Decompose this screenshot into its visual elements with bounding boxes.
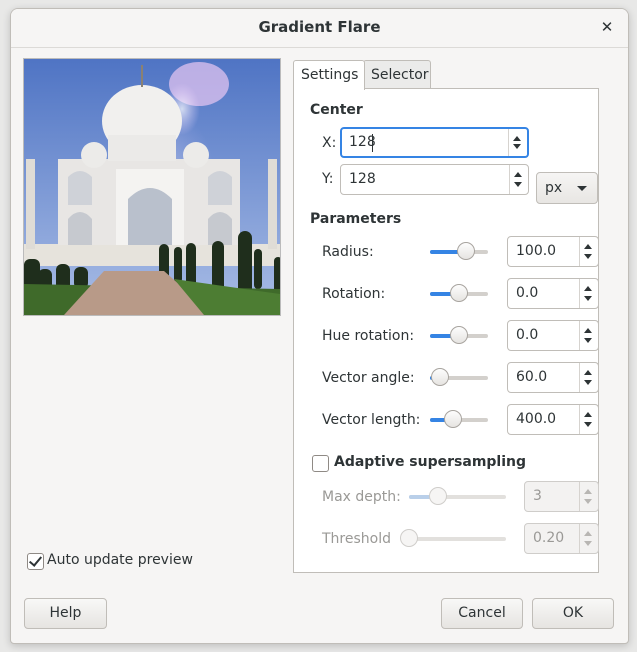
vector-angle-spin[interactable] [579, 363, 598, 392]
help-button[interactable]: Help [24, 598, 107, 629]
vector-length-label: Vector length: [322, 412, 421, 428]
max-depth-label: Max depth: [322, 489, 401, 505]
y-spin[interactable] [509, 165, 528, 194]
title-bar: Gradient Flare ✕ [11, 9, 628, 48]
close-icon[interactable]: ✕ [596, 16, 618, 38]
tab-selector[interactable]: Selector [363, 60, 431, 89]
unit-dropdown[interactable]: px [536, 172, 598, 204]
adaptive-supersampling-label[interactable]: Adaptive supersampling [334, 454, 526, 470]
hue-rotation-field[interactable]: 0.0 [507, 320, 599, 351]
parameters-heading: Parameters [310, 211, 402, 227]
threshold-spin[interactable] [579, 524, 598, 553]
radius-field[interactable]: 100.0 [507, 236, 599, 267]
y-label: Y: [322, 171, 334, 187]
vector-length-slider[interactable] [430, 410, 488, 430]
center-heading: Center [310, 102, 363, 118]
rotation-label: Rotation: [322, 286, 386, 302]
threshold-slider[interactable] [400, 529, 506, 549]
auto-update-checkbox[interactable] [27, 553, 44, 570]
max-depth-value: 3 [533, 488, 542, 504]
threshold-label: Threshold [322, 531, 391, 547]
adaptive-supersampling-checkbox[interactable] [312, 455, 329, 472]
text-cursor [372, 134, 373, 152]
vector-angle-label: Vector angle: [322, 370, 415, 386]
vector-angle-value: 60.0 [516, 369, 548, 385]
threshold-field[interactable]: 0.20 [524, 523, 599, 554]
hue-rotation-spin[interactable] [579, 321, 598, 350]
vector-angle-slider[interactable] [430, 368, 488, 388]
dialog-window: Gradient Flare ✕ Auto update preview Set… [10, 8, 629, 644]
hue-rotation-value: 0.0 [516, 327, 539, 343]
vector-angle-field[interactable]: 60.0 [507, 362, 599, 393]
vector-length-value: 400.0 [516, 411, 557, 427]
y-field[interactable]: 128 [340, 164, 529, 195]
radius-spin[interactable] [579, 237, 598, 266]
vector-length-spin[interactable] [579, 405, 598, 434]
threshold-value: 0.20 [533, 530, 565, 546]
rotation-field[interactable]: 0.0 [507, 278, 599, 309]
max-depth-spin[interactable] [579, 482, 598, 511]
radius-slider[interactable] [430, 242, 488, 262]
ok-button[interactable]: OK [532, 598, 614, 629]
hue-rotation-label: Hue rotation: [322, 328, 415, 344]
max-depth-field[interactable]: 3 [524, 481, 599, 512]
taj-mahal-photo [24, 59, 280, 315]
cancel-button[interactable]: Cancel [441, 598, 523, 629]
hue-rotation-slider[interactable] [430, 326, 488, 346]
y-value: 128 [349, 171, 376, 187]
rotation-spin[interactable] [579, 279, 598, 308]
preview-image [23, 58, 281, 316]
radius-value: 100.0 [516, 243, 557, 259]
x-field[interactable]: 128 [340, 127, 529, 158]
auto-update-label[interactable]: Auto update preview [47, 552, 193, 568]
x-label: X: [322, 135, 337, 151]
tab-settings[interactable]: Settings [293, 60, 365, 90]
dialog-title: Gradient Flare [258, 18, 381, 36]
unit-value: px [545, 180, 563, 196]
max-depth-slider[interactable] [409, 487, 506, 507]
x-spin[interactable] [508, 129, 527, 156]
chevron-down-icon [577, 186, 587, 191]
radius-label: Radius: [322, 244, 374, 260]
rotation-slider[interactable] [430, 284, 488, 304]
rotation-value: 0.0 [516, 285, 539, 301]
vector-length-field[interactable]: 400.0 [507, 404, 599, 435]
